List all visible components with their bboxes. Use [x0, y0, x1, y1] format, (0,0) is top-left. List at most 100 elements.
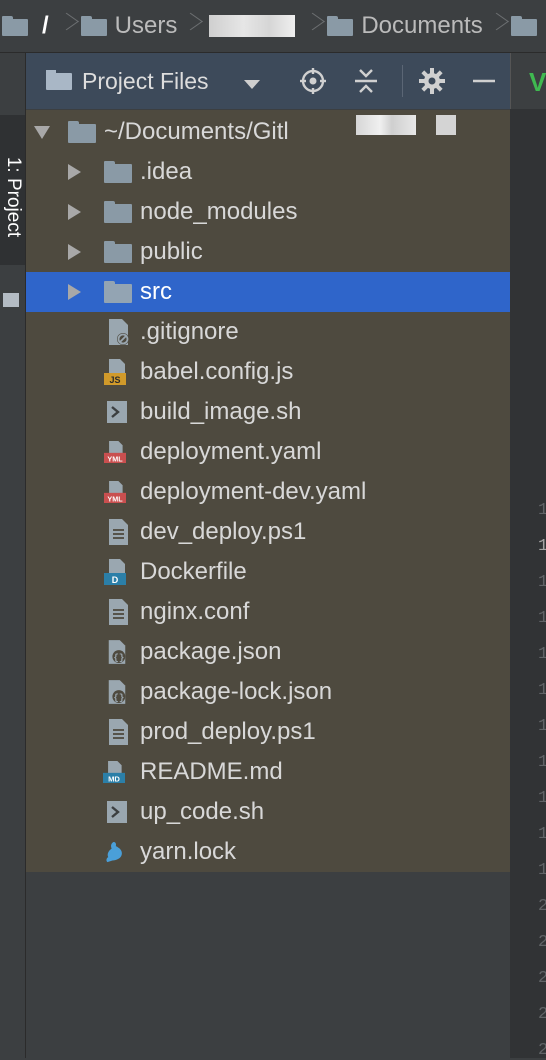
- tree-folder-row[interactable]: .idea: [26, 152, 510, 192]
- tree-file-row[interactable]: up_code.sh: [26, 792, 510, 832]
- line-number: 1: [538, 573, 546, 592]
- line-number: 1: [538, 501, 546, 520]
- chevron-right-icon: [305, 11, 317, 41]
- tree-file-row[interactable]: {} package.json: [26, 632, 510, 672]
- gear-icon[interactable]: [418, 67, 446, 95]
- tree-file-row[interactable]: build_image.sh: [26, 392, 510, 432]
- file-label: deployment-dev.yaml: [140, 478, 367, 505]
- editor-area: V 1 1 1 1 1 1 1 1 1 1 1 2 2 2 2 2: [510, 53, 546, 1060]
- folder-icon: [104, 281, 132, 303]
- file-label: Dockerfile: [140, 558, 247, 585]
- folder-icon: [3, 293, 19, 307]
- toolbar-separator: [402, 65, 403, 97]
- folder-icon: [327, 16, 354, 36]
- shell-file-icon: [107, 401, 127, 423]
- project-tool-tab[interactable]: 1: Project: [0, 115, 25, 307]
- text-file-icon: [109, 599, 128, 625]
- tree-file-row[interactable]: prod_deploy.ps1: [26, 712, 510, 752]
- folder-icon: [2, 16, 28, 36]
- collapsed-arrow-icon[interactable]: [68, 204, 81, 220]
- line-number: 1: [538, 861, 546, 880]
- tree-folder-row-selected[interactable]: src: [26, 272, 510, 312]
- svg-text:YML: YML: [107, 494, 123, 503]
- tool-window-strip: 1: Project: [0, 53, 26, 1058]
- folder-label: node_modules: [140, 198, 298, 225]
- svg-text:YML: YML: [107, 454, 123, 463]
- line-number: 1: [538, 609, 546, 628]
- file-label: README.md: [140, 758, 283, 785]
- redacted-path-fragment: [436, 115, 456, 135]
- line-number: 1: [538, 681, 546, 700]
- folder-icon: [510, 16, 537, 36]
- redacted-username: [209, 15, 296, 37]
- tree-file-row[interactable]: YML deployment-dev.yaml: [26, 472, 510, 512]
- project-panel-header: Project Files: [26, 53, 510, 109]
- breadcrumb-item-documents[interactable]: Documents: [361, 12, 482, 40]
- folder-icon: [80, 16, 107, 36]
- vue-file-icon: V: [529, 67, 546, 97]
- collapsed-arrow-icon[interactable]: [68, 244, 81, 260]
- line-number-current: 1: [538, 537, 546, 556]
- tree-file-row[interactable]: D Dockerfile: [26, 552, 510, 592]
- folder-icon: [46, 70, 72, 90]
- tree-file-row[interactable]: dev_deploy.ps1: [26, 512, 510, 552]
- tree-file-row[interactable]: nginx.conf: [26, 592, 510, 632]
- tree-file-row[interactable]: .gitignore: [26, 312, 510, 352]
- yaml-file-icon: YML: [104, 481, 126, 503]
- svg-text:D: D: [112, 575, 119, 585]
- file-label: package-lock.json: [140, 678, 333, 705]
- tree-folder-row[interactable]: node_modules: [26, 192, 510, 232]
- editor-tab[interactable]: V: [510, 53, 546, 109]
- docker-file-icon: D: [104, 559, 126, 585]
- expand-arrow-icon[interactable]: [34, 126, 50, 139]
- project-tool-tab-label: 1: Project: [3, 156, 24, 238]
- locate-icon[interactable]: [299, 67, 327, 95]
- chevron-down-icon[interactable]: [244, 80, 260, 89]
- text-file-icon: [109, 719, 128, 745]
- collapse-all-icon[interactable]: [352, 67, 380, 95]
- line-number: 2: [538, 969, 546, 988]
- file-label: .gitignore: [140, 318, 239, 345]
- tree-file-row[interactable]: JS babel.config.js: [26, 352, 510, 392]
- file-label: yarn.lock: [140, 838, 237, 865]
- minimize-icon[interactable]: [470, 67, 498, 95]
- svg-text:{}: {}: [113, 692, 124, 703]
- ignore-file-icon: [109, 319, 129, 345]
- folder-label: public: [140, 238, 203, 265]
- tree-root-label: ~/Documents/Gitl: [104, 118, 289, 145]
- project-file-tree: ~/Documents/Gitl .idea node_modules publ…: [26, 110, 510, 872]
- file-label: up_code.sh: [140, 798, 265, 825]
- line-number: 2: [538, 933, 546, 952]
- folder-icon: [68, 121, 96, 143]
- breadcrumb-item-users[interactable]: Users: [115, 12, 178, 40]
- tree-file-row[interactable]: MD README.md: [26, 752, 510, 792]
- file-label: prod_deploy.ps1: [140, 718, 316, 745]
- json-file-icon: {}: [108, 640, 126, 664]
- chevron-right-icon: [183, 11, 195, 41]
- svg-text:{}: {}: [113, 652, 124, 663]
- tree-file-row[interactable]: {} package-lock.json: [26, 672, 510, 712]
- line-number-gutter: 1 1 1 1 1 1 1 1 1 1 1 2 2 2 2 2: [510, 109, 546, 1060]
- navigation-breadcrumb: / Users Documents: [0, 0, 546, 53]
- svg-text:MD: MD: [108, 774, 120, 783]
- tree-folder-row[interactable]: public: [26, 232, 510, 272]
- shell-file-icon: [107, 801, 127, 823]
- yaml-file-icon: YML: [104, 441, 126, 463]
- tree-file-row[interactable]: YML deployment.yaml: [26, 432, 510, 472]
- folder-icon: [104, 201, 132, 223]
- line-number: 1: [538, 789, 546, 808]
- line-number: 1: [538, 645, 546, 664]
- collapsed-arrow-icon[interactable]: [68, 284, 81, 300]
- project-view-selector[interactable]: Project Files: [82, 68, 209, 95]
- file-label: nginx.conf: [140, 598, 250, 625]
- breadcrumb-root[interactable]: /: [42, 12, 49, 40]
- line-number: 2: [538, 1005, 546, 1024]
- file-label: deployment.yaml: [140, 438, 322, 465]
- folder-label: src: [140, 278, 172, 305]
- collapsed-arrow-icon[interactable]: [68, 164, 81, 180]
- file-label: dev_deploy.ps1: [140, 518, 307, 545]
- yarn-file-icon: [106, 842, 122, 863]
- redacted-path-fragment: [356, 115, 416, 135]
- tree-file-row[interactable]: yarn.lock: [26, 832, 510, 872]
- chevron-right-icon: [489, 11, 501, 41]
